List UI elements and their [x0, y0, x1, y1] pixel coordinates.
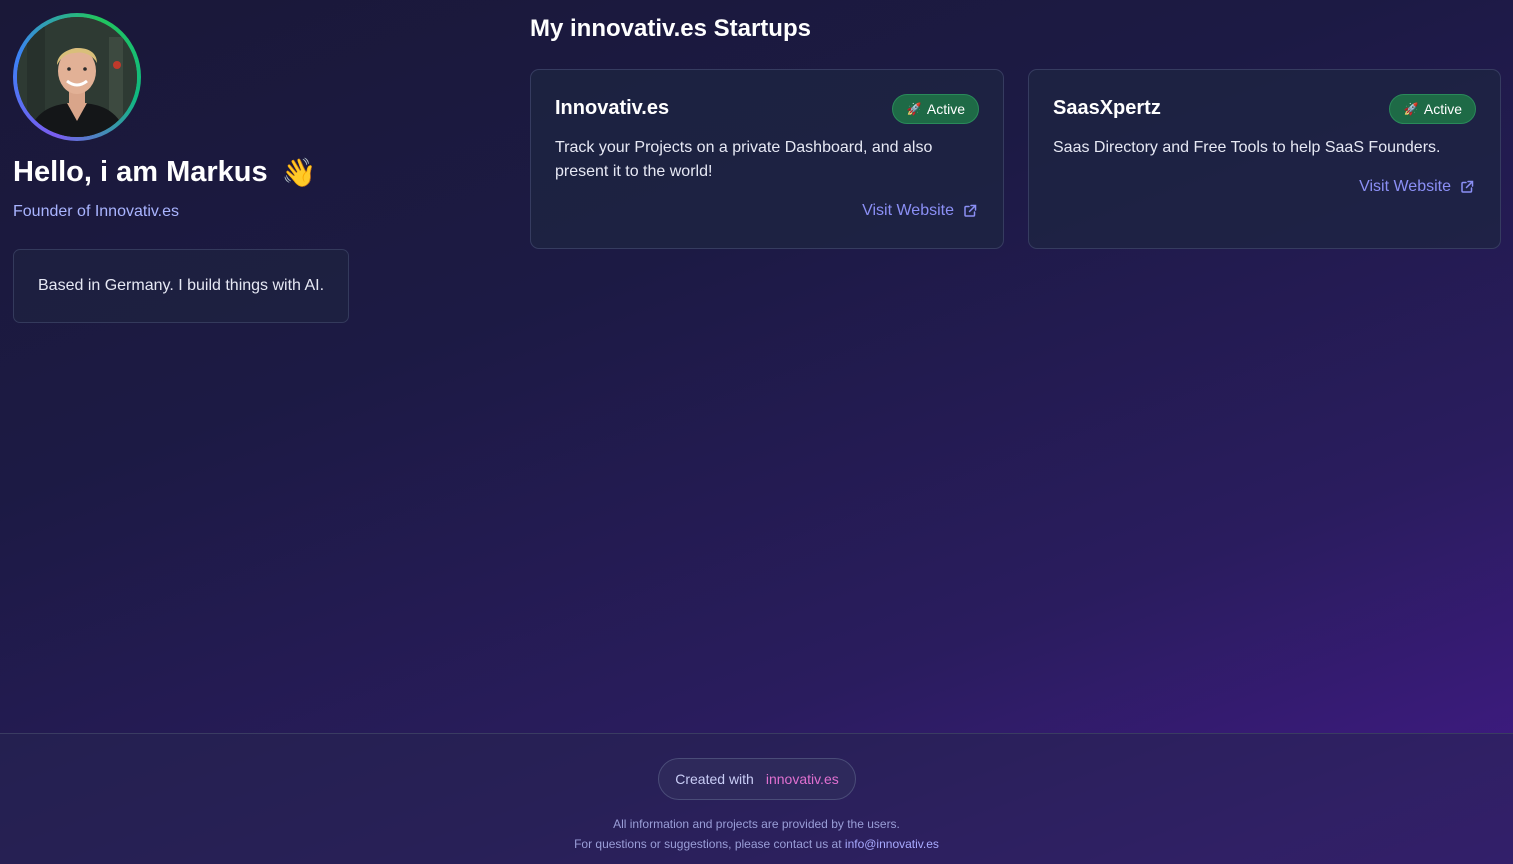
startup-card: SaasXpertz 🚀 Active Saas Directory and F…	[1028, 69, 1501, 249]
startup-description: Track your Projects on a private Dashboa…	[555, 139, 933, 180]
greeting-text: Hello, i am Markus	[13, 156, 268, 188]
status-label: Active	[926, 101, 965, 117]
bio-text: Based in Germany. I build things with AI…	[38, 277, 325, 294]
profile-subtitle: Founder of Innovativ.es	[13, 203, 180, 220]
visit-website-link[interactable]: Visit Website	[1359, 178, 1474, 196]
startups-section-title: My innovativ.es Startups	[530, 15, 811, 42]
contact-email-link[interactable]: info@innovativ.es	[845, 837, 939, 851]
startup-description: Saas Directory and Free Tools to help Sa…	[1053, 139, 1441, 156]
brand-link[interactable]: innovativ.es	[766, 771, 839, 787]
startup-card: Innovativ.es 🚀 Active Track your Project…	[530, 69, 1004, 249]
main-content: Hello, i am Markus 👋 Founder of Innovati…	[0, 0, 1513, 733]
rocket-icon: 🚀	[1403, 102, 1419, 116]
status-label: Active	[1423, 101, 1462, 117]
rocket-icon: 🚀	[906, 102, 922, 116]
external-link-icon	[964, 204, 977, 217]
contact-prefix: For questions or suggestions, please con…	[574, 837, 842, 851]
waving-hand-icon: 👋	[281, 157, 317, 188]
status-badge: 🚀 Active	[891, 94, 979, 124]
footer-disclaimer: All information and projects are provide…	[613, 817, 900, 831]
visit-website-label: Visit Website	[862, 202, 954, 219]
bio-card: Based in Germany. I build things with AI…	[13, 249, 349, 323]
created-with-label: Created with	[675, 771, 754, 787]
footer: Created with innovativ.es All informatio…	[0, 733, 1513, 864]
visit-website-label: Visit Website	[1359, 178, 1451, 195]
startup-name: SaasXpertz	[1053, 97, 1161, 119]
visit-website-link[interactable]: Visit Website	[862, 202, 977, 220]
avatar	[13, 13, 141, 141]
person-photo-icon	[17, 17, 137, 137]
avatar-photo	[17, 17, 137, 137]
footer-contact: For questions or suggestions, please con…	[0, 837, 1513, 851]
status-badge: 🚀 Active	[1388, 94, 1476, 124]
external-link-icon	[1461, 180, 1474, 193]
created-with-badge: Created with innovativ.es	[658, 758, 856, 800]
greeting-heading: Hello, i am Markus 👋	[13, 156, 317, 189]
startup-name: Innovativ.es	[555, 97, 670, 119]
